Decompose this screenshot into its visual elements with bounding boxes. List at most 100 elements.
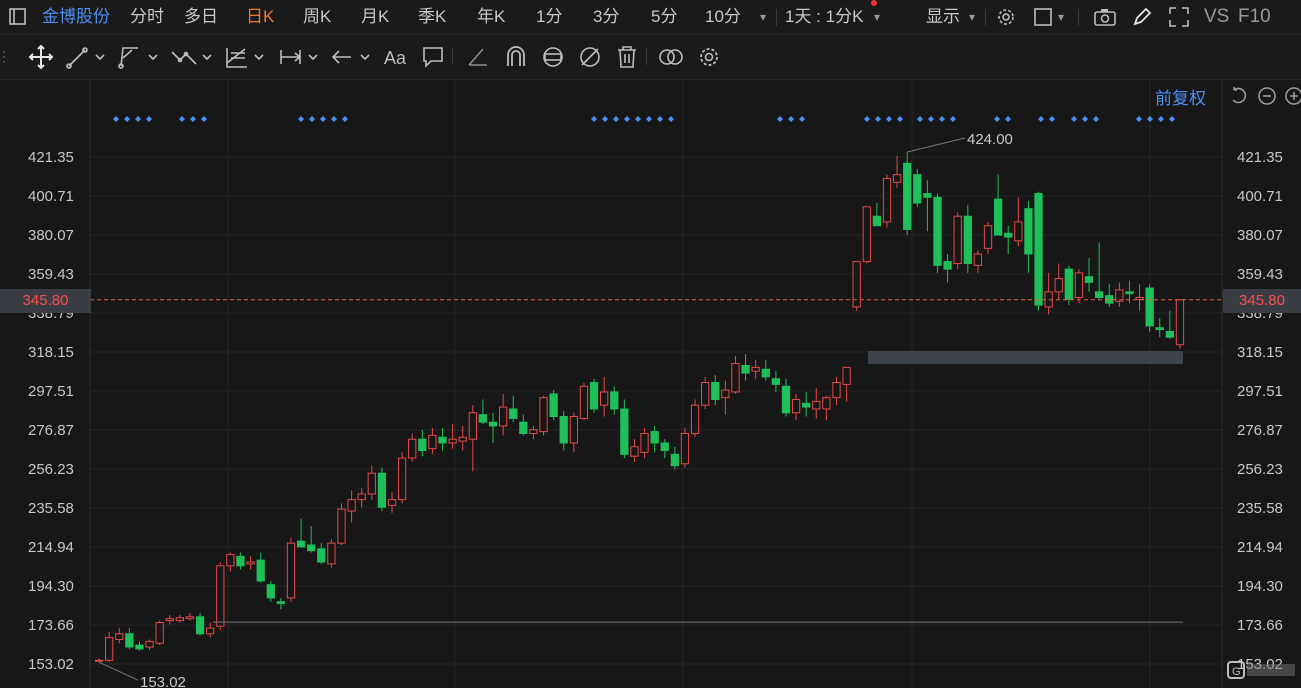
interval-select[interactable]: 1天 : 1分K xyxy=(785,0,863,34)
gear-icon[interactable] xyxy=(995,6,1017,32)
candle-body xyxy=(963,215,972,264)
tab-period-0[interactable]: 分时 xyxy=(130,0,164,34)
candle-body xyxy=(670,453,679,467)
candle-body xyxy=(1074,272,1084,298)
price-label-right: 400.71 xyxy=(1237,188,1283,205)
comment-tool-icon[interactable] xyxy=(421,44,447,70)
chevron-down-icon[interactable]: ▾ xyxy=(969,10,975,24)
candle-body xyxy=(347,499,356,512)
move-icon[interactable] xyxy=(28,44,54,70)
drawing-toolbar: Aa xyxy=(0,35,1301,80)
low-label: 153.02 xyxy=(140,674,186,688)
candle-body xyxy=(216,565,225,627)
tab-period-8[interactable]: 3分 xyxy=(593,0,619,34)
candle-body xyxy=(438,436,447,444)
price-label-right: 256.23 xyxy=(1237,461,1283,478)
line-tool-icon[interactable] xyxy=(66,44,106,70)
vs-button[interactable]: VS xyxy=(1204,0,1229,34)
price-label-left: 297.51 xyxy=(28,383,74,400)
compare-icon[interactable] xyxy=(657,44,685,70)
eraser-icon[interactable] xyxy=(465,44,491,70)
text-tool-icon[interactable]: Aa xyxy=(383,44,411,70)
tab-period-4[interactable]: 月K xyxy=(361,0,389,34)
candle-body xyxy=(872,215,882,227)
tab-period-1[interactable]: 多日 xyxy=(184,0,218,34)
trash-icon[interactable] xyxy=(614,44,640,70)
candle-body xyxy=(993,198,1003,236)
price-label-right: 194.30 xyxy=(1237,578,1283,595)
tab-period-6[interactable]: 年K xyxy=(477,0,505,34)
fullscreen-icon[interactable] xyxy=(1168,6,1190,32)
settings-icon[interactable] xyxy=(696,44,722,70)
camera-icon[interactable] xyxy=(1093,6,1117,32)
range-tool-icon[interactable] xyxy=(278,44,322,70)
pencil-icon[interactable] xyxy=(1131,6,1153,32)
candle-body xyxy=(256,559,265,582)
hide-drawing-icon[interactable] xyxy=(577,44,603,70)
candle-body xyxy=(751,366,760,372)
candle-body xyxy=(600,391,609,406)
candle-body xyxy=(711,382,720,401)
candlestick-chart[interactable]: 421.35400.71380.07359.43338.79318.15297.… xyxy=(0,80,1301,688)
price-label-left: 153.02 xyxy=(28,656,74,673)
drag-handle-icon[interactable] xyxy=(2,49,10,75)
candle-body xyxy=(589,382,599,410)
tab-period-2[interactable]: 日K xyxy=(246,0,274,34)
chevron-down-icon[interactable]: ▾ xyxy=(1058,10,1064,24)
candle-body xyxy=(822,397,831,410)
price-label-right: 318.15 xyxy=(1237,344,1283,361)
candle-body xyxy=(923,193,932,198)
zoom-out-icon[interactable] xyxy=(1257,86,1277,111)
undo-icon[interactable] xyxy=(1228,86,1250,111)
tab-period-5[interactable]: 季K xyxy=(418,0,446,34)
svg-text:G: G xyxy=(1232,666,1241,678)
candle-body xyxy=(690,404,700,435)
candle-body xyxy=(701,382,710,406)
price-label-left: 421.35 xyxy=(28,149,74,166)
price-label-left: 276.87 xyxy=(28,422,74,439)
candle-body xyxy=(791,399,801,414)
candle-body xyxy=(882,177,892,223)
wave-tool-icon[interactable] xyxy=(170,44,216,70)
candle-body xyxy=(832,382,841,399)
tab-period-10[interactable]: 10分 xyxy=(705,0,741,34)
candle-body xyxy=(892,174,902,183)
candle-body xyxy=(1145,287,1154,327)
channel-tool-icon[interactable] xyxy=(118,44,162,70)
fib-tool-icon[interactable] xyxy=(224,44,268,70)
stock-name[interactable]: 金博股份 xyxy=(42,0,110,34)
candle-body xyxy=(115,633,124,640)
f10-button[interactable]: F10 xyxy=(1238,0,1271,34)
price-label-left: 173.66 xyxy=(28,617,74,634)
candle-body xyxy=(185,616,195,620)
candle-body xyxy=(1034,193,1043,306)
adjust-mode-button[interactable]: 前复权 xyxy=(1155,84,1206,109)
candle-body xyxy=(862,206,871,263)
candle-body xyxy=(135,644,144,650)
chevron-down-icon[interactable]: ▾ xyxy=(760,10,766,24)
lock-drawing-icon[interactable] xyxy=(540,44,566,70)
chevron-down-icon[interactable]: ▾ xyxy=(874,10,880,24)
current-price-tag-left: 345.80 xyxy=(0,289,91,313)
tab-period-3[interactable]: 周K xyxy=(303,0,331,34)
square-icon[interactable] xyxy=(1033,6,1055,32)
window-icon[interactable] xyxy=(8,7,28,33)
divider xyxy=(452,48,453,65)
candle-body xyxy=(973,253,983,266)
tab-period-7[interactable]: 1分 xyxy=(536,0,562,34)
candle-body xyxy=(458,436,467,442)
price-label-left: 214.94 xyxy=(28,539,74,556)
candle-body xyxy=(842,366,851,385)
candle-body xyxy=(1094,291,1104,298)
candle-body xyxy=(1064,268,1073,300)
arrow-tool-icon[interactable] xyxy=(330,44,374,70)
candle-body xyxy=(206,627,215,635)
magnet-icon[interactable] xyxy=(503,44,529,70)
zoom-in-icon[interactable] xyxy=(1284,86,1301,111)
display-menu[interactable]: 显示 xyxy=(926,0,960,34)
candle-body xyxy=(397,457,407,501)
candle-body xyxy=(640,433,649,453)
candle-body xyxy=(155,621,164,644)
tab-period-9[interactable]: 5分 xyxy=(651,0,677,34)
candle-body xyxy=(721,389,730,399)
